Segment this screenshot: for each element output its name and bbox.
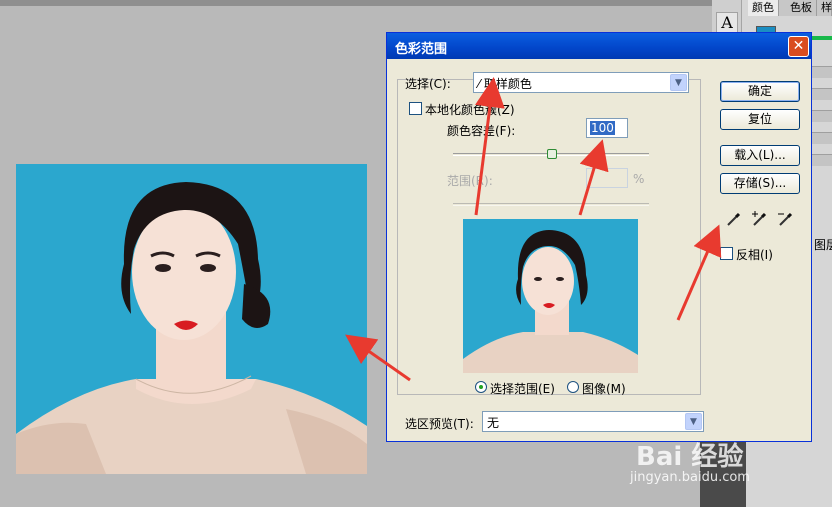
range-unit: % (633, 172, 645, 186)
eyedropper-icon: ⁄ (478, 77, 481, 91)
eyedropper-minus-icon[interactable] (777, 210, 795, 228)
select-value: ⁄ 取样颜色 (478, 75, 532, 92)
tab-styles[interactable]: 样 (820, 0, 832, 16)
image-view-radio[interactable] (567, 381, 579, 393)
selection-view-label: 选择范围(E) (490, 382, 555, 396)
panel-rows (812, 66, 832, 206)
dialog-title: 色彩范围 (395, 42, 448, 57)
panel-row (812, 132, 832, 144)
portrait-image (16, 164, 367, 474)
range-slider-track[interactable] (453, 203, 649, 206)
color-slider-bar (812, 36, 832, 40)
close-button[interactable]: ✕ (788, 36, 809, 57)
load-button[interactable]: 载入(L)... (720, 145, 800, 166)
fuzziness-input[interactable]: 100 (586, 118, 628, 138)
text-tool-icon[interactable]: A (716, 12, 738, 34)
chevron-down-icon[interactable]: ▼ (685, 413, 702, 430)
image-view-label: 图像(M) (582, 382, 626, 396)
range-label: 范围(R): (447, 174, 493, 188)
fuzziness-value: 100 (590, 121, 615, 135)
eyedropper-plus-icon[interactable] (751, 210, 769, 228)
localized-checkbox[interactable] (409, 102, 422, 115)
watermark-url: jingyan.baidu.com (630, 470, 750, 485)
preview-dropdown[interactable]: 无 ▼ (482, 411, 704, 432)
panel-row (812, 110, 832, 122)
range-input[interactable] (586, 168, 628, 188)
ok-button[interactable]: 确定 (720, 81, 800, 102)
preview-image (463, 219, 638, 373)
tab-color[interactable]: 颜色 (748, 0, 779, 16)
invert-checkbox[interactable] (720, 247, 733, 260)
fuzziness-label: 颜色容差(F): (447, 124, 516, 138)
watermark-text: Bai 经验 (636, 442, 744, 472)
localized-checkbox-label: 本地化颜色簇(Z) (425, 103, 515, 117)
reset-button[interactable]: 复位 (720, 109, 800, 130)
invert-label: 反相(I) (736, 248, 773, 262)
preview-label: 选区预览(T): (405, 417, 474, 431)
select-dropdown[interactable]: ⁄ 取样颜色 ▼ (473, 72, 689, 93)
tab-swatches[interactable]: 色板 (786, 0, 817, 16)
workspace-top-strip (0, 0, 712, 6)
select-value-text: 取样颜色 (483, 77, 532, 91)
panel-row (812, 154, 832, 166)
panel-row (812, 66, 832, 78)
source-photo (16, 164, 367, 474)
save-button[interactable]: 存储(S)... (720, 173, 800, 194)
preview-value: 无 (487, 416, 500, 430)
layers-tab-label[interactable]: 图层 (814, 236, 832, 253)
selection-view-radio[interactable] (475, 381, 487, 393)
panel-row (812, 88, 832, 100)
color-range-dialog: 色彩范围 ✕ 选择(C): ⁄ 取样颜色 ▼ 本地化颜色簇(Z) 颜色容差(F)… (386, 32, 812, 442)
chevron-down-icon[interactable]: ▼ (670, 74, 687, 91)
select-label: 选择(C): (405, 77, 451, 91)
dialog-titlebar[interactable]: 色彩范围 ✕ (387, 33, 811, 59)
fuzziness-slider-handle[interactable] (547, 149, 557, 159)
eyedropper-icon[interactable] (725, 210, 743, 228)
selection-preview (463, 219, 638, 373)
